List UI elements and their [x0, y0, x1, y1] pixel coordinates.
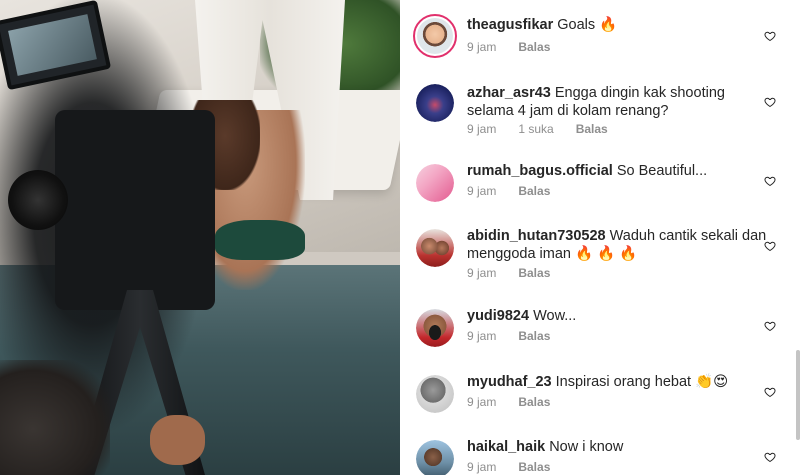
- reply-button[interactable]: Balas: [518, 184, 550, 198]
- like-heart-icon[interactable]: [764, 96, 776, 108]
- comment-text-block: theagusfikar Goals 🔥: [467, 16, 767, 34]
- comment-meta: 9 jam Balas: [467, 184, 572, 198]
- avatar[interactable]: [416, 164, 454, 202]
- comment-time[interactable]: 9 jam: [467, 460, 496, 474]
- reply-button[interactable]: Balas: [518, 266, 550, 280]
- like-heart-icon[interactable]: [764, 451, 776, 463]
- like-count[interactable]: 1 suka: [518, 122, 553, 136]
- avatar[interactable]: [416, 440, 454, 475]
- reply-button[interactable]: Balas: [576, 122, 608, 136]
- like-heart-icon[interactable]: [764, 320, 776, 332]
- comment-time[interactable]: 9 jam: [467, 184, 496, 198]
- comment-body: Wow...: [533, 308, 577, 324]
- comment-time[interactable]: 9 jam: [467, 395, 496, 409]
- comment-username[interactable]: abidin_hutan730528: [467, 228, 606, 244]
- avatar[interactable]: [416, 229, 454, 267]
- comment-meta: 9 jam Balas: [467, 266, 572, 280]
- comment-meta: 9 jam Balas: [467, 329, 572, 343]
- comment-body: So Beautiful...: [616, 163, 708, 179]
- comment-meta: 9 jam Balas: [467, 395, 572, 409]
- camera-operator: [0, 360, 110, 475]
- reply-button[interactable]: Balas: [518, 395, 550, 409]
- like-heart-icon[interactable]: [764, 175, 776, 187]
- comment-time[interactable]: 9 jam: [467, 40, 496, 54]
- grey-photo-avatar-icon: [416, 375, 454, 413]
- like-heart-icon[interactable]: [764, 30, 776, 42]
- comment-text-block: myudhaf_23 Inspirasi orang hebat 👏😍: [467, 373, 767, 391]
- blue-night-avatar-icon: [416, 84, 454, 122]
- comment-body: Goals 🔥: [557, 17, 618, 33]
- comment-username[interactable]: azhar_asr43: [467, 85, 551, 101]
- camera-lens: [8, 170, 68, 230]
- comment-username[interactable]: yudi9824: [467, 308, 529, 324]
- avatar[interactable]: [416, 375, 454, 413]
- scrollbar[interactable]: [796, 350, 800, 440]
- avatar[interactable]: [416, 84, 454, 122]
- comment-text-block: abidin_hutan730528 Waduh cantik sekali da…: [467, 227, 767, 263]
- film-camera: [55, 110, 215, 310]
- comment-text-block: rumah_bagus.official So Beautiful...: [467, 162, 767, 180]
- like-heart-icon[interactable]: [764, 386, 776, 398]
- operator-hand: [150, 415, 205, 465]
- comment-text-block: haikal_haik Now i know: [467, 438, 767, 456]
- avatar[interactable]: [416, 309, 454, 347]
- comment-username[interactable]: haikal_haik: [467, 439, 545, 455]
- cartoon-avatar-icon: [417, 18, 453, 54]
- outdoor-photo-avatar-icon: [416, 440, 454, 475]
- reply-button[interactable]: Balas: [518, 460, 550, 474]
- comment-text-block: azhar_asr43 Engga dingin kak shooting sel…: [467, 84, 767, 120]
- pink-card-avatar-icon: [416, 164, 454, 202]
- comment-meta: 9 jam Balas: [467, 40, 572, 54]
- comment-username[interactable]: myudhaf_23: [467, 374, 552, 390]
- reply-button[interactable]: Balas: [518, 40, 550, 54]
- like-heart-icon[interactable]: [764, 240, 776, 252]
- comment-username[interactable]: theagusfikar: [467, 17, 553, 33]
- comment-username[interactable]: rumah_bagus.official: [467, 163, 613, 179]
- post-photo: [0, 0, 400, 475]
- comment-text-block: yudi9824 Wow...: [467, 307, 767, 325]
- comments-panel[interactable]: theagusfikar Goals 🔥 9 jam Balas azhar_asr…: [400, 0, 800, 475]
- comment-body: Now i know: [549, 439, 624, 455]
- comment-time[interactable]: 9 jam: [467, 329, 496, 343]
- group-photo-avatar-icon: [416, 229, 454, 267]
- avatar[interactable]: [413, 14, 457, 58]
- reply-button[interactable]: Balas: [518, 329, 550, 343]
- masked-man-avatar-icon: [416, 309, 454, 347]
- comment-meta: 9 jam Balas: [467, 460, 572, 474]
- comment-time[interactable]: 9 jam: [467, 266, 496, 280]
- comment-body: Inspirasi orang hebat 👏😍: [555, 374, 729, 390]
- comment-meta: 9 jam 1 suka Balas: [467, 122, 630, 136]
- comment-time[interactable]: 9 jam: [467, 122, 496, 136]
